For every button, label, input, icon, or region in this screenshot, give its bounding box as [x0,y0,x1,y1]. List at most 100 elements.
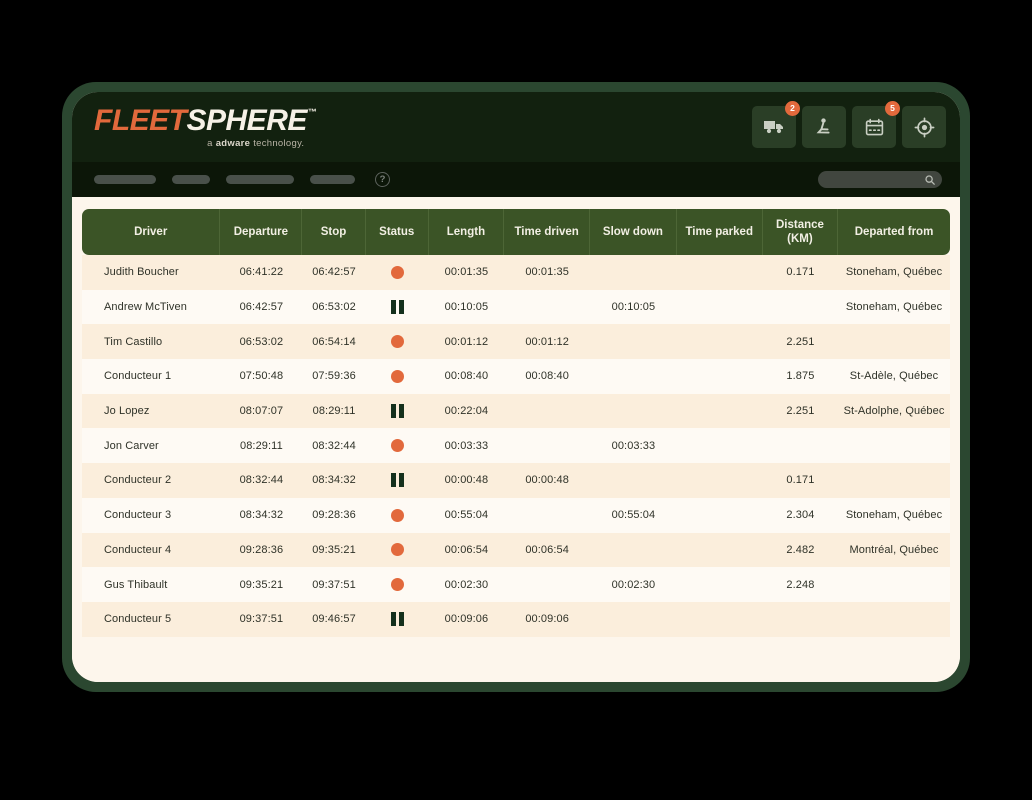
schedule-button[interactable]: 5 [852,101,900,148]
cell-departed-from: Stoneham, Québec [838,255,950,290]
cell-slow-down: 00:02:30 [590,567,677,602]
column-header-driver[interactable]: Driver [82,209,221,255]
cell-slow-down [590,532,677,568]
search-icon [925,174,935,185]
cell-time-driven [504,567,591,602]
column-header-distance-line2: (KM) [787,233,813,245]
table-row[interactable]: Gus Thibault 09:35:21 09:37:51 00:02:30 00:0… [82,567,950,602]
app-screen: FLEET SPHERE ™ a adware technology. 2 5 … [72,92,960,682]
cell-status [365,463,429,498]
main-content: Driver Departure Stop Status Length Time… [72,197,960,682]
table-row[interactable]: Andrew McTiven 06:42:57 06:53:02 00:10:05 00… [82,289,950,325]
cell-length: 00:01:12 [428,324,505,360]
table-row[interactable]: Conducteur 2 08:32:44 08:34:32 00:00:48 00:0… [82,463,950,498]
table-row[interactable]: Tim Castillo 06:53:02 06:54:14 00:01:12 00:0… [82,324,950,360]
column-header-departure[interactable]: Departure [220,209,303,255]
cell-slow-down: 00:10:05 [590,289,677,325]
cell-status [365,359,429,394]
cell-length: 00:09:06 [428,601,505,637]
help-icon[interactable]: ? [375,172,390,187]
tablet-device-frame: FLEET SPHERE ™ a adware technology. 2 5 … [62,82,970,692]
cell-time-parked [676,289,763,325]
cell-slow-down [590,393,677,429]
cell-stop: 09:46:57 [302,601,366,637]
cell-length: 00:01:35 [428,255,505,290]
sidebar-item-2[interactable] [172,175,210,184]
cell-stop: 08:34:32 [302,463,366,498]
column-header-stop[interactable]: Stop [302,209,366,255]
trademark-symbol: ™ [307,106,317,117]
cell-time-driven [504,289,591,325]
cell-distance: 1.875 [762,359,839,394]
column-header-distance[interactable]: Distance (KM) [762,209,839,255]
trips-table: Driver Departure Stop Status Length Time… [82,209,950,637]
table-row[interactable]: Conducteur 5 09:37:51 09:46:57 00:09:06 00:0… [82,601,950,637]
tagline-suffix: technology. [250,137,305,149]
cell-departed-from: Stoneham, Québec [838,289,950,325]
cell-time-driven [504,428,591,464]
cell-slow-down [590,359,677,394]
cell-driver: Andrew McTiven [82,289,221,325]
cell-distance: 2.304 [762,497,839,533]
cell-time-parked [676,359,763,394]
cell-time-driven: 00:01:35 [504,255,591,290]
status-driving-icon [390,265,404,279]
cell-time-parked [676,601,763,637]
cell-status [365,393,429,429]
table-row[interactable]: Judith Boucher 06:41:22 06:42:57 00:01:35 00… [82,255,950,290]
table-row[interactable]: Jo Lopez 08:07:07 08:29:11 00:22:04 2.251 St-… [82,393,950,429]
status-driving-icon [390,439,404,453]
cell-distance [762,601,839,637]
cell-slow-down [590,463,677,498]
cell-status [365,289,429,325]
cell-slow-down: 00:03:33 [590,428,677,464]
cell-status [365,324,429,360]
cell-departure: 06:41:22 [220,255,303,290]
cell-driver: Conducteur 2 [82,463,221,498]
cell-length: 00:02:30 [428,567,505,602]
column-header-time-parked[interactable]: Time parked [676,209,763,255]
column-header-slow-down[interactable]: Slow down [590,209,677,255]
tagline-prefix: a [207,137,216,149]
brand-tagline: a adware technology. [207,139,316,149]
status-driving-icon [390,508,404,522]
cell-departed-from [838,428,950,464]
cell-departure: 08:29:11 [220,428,303,464]
schedule-badge: 5 [885,101,900,116]
column-header-time-driven[interactable]: Time driven [504,209,591,255]
vehicles-button[interactable]: 2 [752,101,800,148]
cell-departure: 09:35:21 [220,567,303,602]
cell-driver: Conducteur 1 [82,359,221,394]
brand-logo[interactable]: FLEET SPHERE ™ a adware technology. [90,103,317,149]
table-row[interactable]: Conducteur 1 07:50:48 07:59:36 00:08:40 00:0… [82,359,950,394]
cell-driver: Jon Carver [82,428,221,464]
sidebar-item-4[interactable] [310,175,355,184]
cell-departed-from: Montréal, Québec [838,532,950,568]
sidebar-item-3[interactable] [226,175,294,184]
cell-departure: 08:34:32 [220,497,303,533]
table-row[interactable]: Jon Carver 08:29:11 08:32:44 00:03:33 00:03:… [82,428,950,464]
status-driving-icon [390,335,404,349]
cell-departure: 08:32:44 [220,463,303,498]
cell-status [365,532,429,568]
column-header-departed-from[interactable]: Departed from [838,209,950,255]
cell-stop: 08:32:44 [302,428,366,464]
column-header-length[interactable]: Length [428,209,505,255]
brand-name-part2: SPHERE [186,103,308,137]
tagline-bold: adware [215,137,251,149]
column-header-status[interactable]: Status [365,209,429,255]
search-input[interactable] [818,171,942,188]
cell-slow-down [590,601,677,637]
cell-length: 00:06:54 [428,532,505,568]
table-row[interactable]: Conducteur 3 08:34:32 09:28:36 00:55:04 00:5… [82,497,950,533]
cell-stop: 09:35:21 [302,532,366,568]
cell-time-parked [676,463,763,498]
table-row[interactable]: Conducteur 4 09:28:36 09:35:21 00:06:54 00:0… [82,532,950,568]
sidebar-item-1[interactable] [94,175,156,184]
drivers-button[interactable] [802,106,846,148]
column-header-distance-line1: Distance [775,218,824,231]
cell-status [365,255,429,290]
cell-driver: Conducteur 3 [82,497,221,533]
locate-button[interactable] [902,106,946,148]
cell-status [365,601,429,637]
